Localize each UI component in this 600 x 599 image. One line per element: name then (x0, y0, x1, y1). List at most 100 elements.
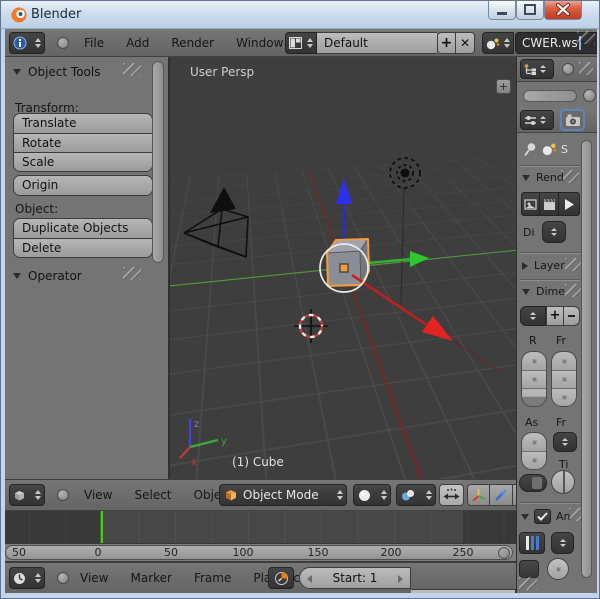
translate-manipulator-button[interactable] (490, 484, 513, 506)
render-presets-dropdown[interactable] (520, 306, 546, 326)
menu-add[interactable]: Add (115, 32, 160, 54)
pin-icon[interactable] (523, 142, 537, 157)
stepper-arrows[interactable] (426, 490, 432, 500)
render-still-button[interactable] (521, 192, 540, 216)
decrement-arrow[interactable] (307, 575, 312, 583)
outliner-h-scrollbar[interactable] (523, 90, 577, 102)
panel-drag-grip[interactable] (123, 267, 141, 280)
resolution-percent-slider[interactable] (522, 388, 546, 406)
timeline-scrollbar-handle[interactable] (5, 545, 513, 560)
scene-breadcrumb-icon[interactable] (542, 142, 557, 156)
stepper-arrows[interactable] (540, 116, 546, 124)
delete-button[interactable]: Delete (14, 238, 152, 257)
titlebar[interactable]: Blender (1, 1, 600, 29)
operator-panel-header[interactable]: Operator (13, 269, 82, 283)
antialiasing-panel-header[interactable]: An (521, 509, 571, 524)
object-tools-panel-header[interactable]: Object Tools (13, 65, 100, 79)
menu-marker[interactable]: Marker (119, 567, 182, 589)
menu-view[interactable]: View (69, 567, 119, 589)
translate-button[interactable]: Translate (14, 114, 152, 133)
delete-layout-button[interactable]: ✕ (456, 32, 475, 54)
close-button[interactable] (544, 1, 582, 20)
menu-view[interactable]: View (73, 484, 123, 506)
layers-panel-header[interactable]: Layer (522, 259, 565, 272)
border-dial-button[interactable] (551, 470, 575, 494)
menu-window[interactable]: Window (225, 32, 294, 54)
end-frame-field[interactable]: End: 250 (411, 589, 516, 593)
aa-filter-dropdown[interactable] (551, 532, 574, 554)
editor-type-selector[interactable] (9, 567, 45, 589)
stepper-arrows[interactable] (307, 38, 313, 48)
frame-step-field[interactable] (552, 388, 576, 406)
display-dropdown[interactable] (542, 221, 566, 243)
render-panel-header[interactable]: Rend (522, 171, 564, 184)
origin-button[interactable]: Origin (14, 176, 152, 195)
editor-type-selector[interactable] (9, 32, 45, 54)
properties-region-expand-button[interactable]: + (496, 79, 511, 94)
menu-file[interactable]: File (73, 32, 115, 54)
pivot-point-dropdown[interactable] (396, 484, 436, 506)
area-corner-grip[interactable] (579, 62, 593, 75)
aspect-y-field[interactable] (522, 451, 546, 469)
menu-render[interactable]: Render (160, 32, 225, 54)
menu-select[interactable]: Select (123, 484, 182, 506)
panel-resize-grip[interactable] (519, 577, 537, 590)
timeline-track[interactable] (5, 511, 516, 543)
scale-button[interactable]: Scale (14, 152, 152, 171)
frame-rate-dropdown[interactable] (553, 432, 577, 452)
stepper-arrows[interactable] (381, 490, 387, 500)
scene-selector[interactable] (482, 32, 514, 54)
dimensions-panel-header[interactable]: Dime (522, 285, 565, 298)
remove-preset-button[interactable] (564, 306, 580, 326)
increment-arrow[interactable] (398, 575, 403, 583)
manipulator-axes-button[interactable] (467, 484, 490, 506)
manipulator-y-arrow[interactable] (368, 251, 429, 267)
render-tab[interactable] (560, 109, 585, 131)
time-remap-toggle[interactable] (519, 474, 547, 492)
start-frame-field[interactable] (552, 352, 576, 370)
collapse-menus-button[interactable] (562, 63, 574, 75)
aspect-x-field[interactable] (522, 433, 546, 451)
add-layout-button[interactable]: + (437, 32, 456, 54)
aa-toggle-button[interactable] (519, 560, 539, 578)
stepper-arrows[interactable] (337, 490, 343, 500)
panel-drag-grip[interactable] (123, 63, 141, 76)
collapse-menus-button[interactable] (57, 572, 69, 584)
resolution-x-field[interactable] (522, 352, 546, 370)
resolution-y-field[interactable] (522, 370, 546, 388)
editor-type-selector[interactable] (520, 59, 554, 79)
antialiasing-checkbox[interactable] (534, 509, 551, 524)
play-render-button[interactable] (559, 192, 580, 216)
minimize-button[interactable] (488, 1, 516, 20)
aa-size-field[interactable] (547, 558, 569, 580)
properties-scrollbar[interactable] (581, 140, 592, 578)
tool-shelf-scrollbar[interactable] (152, 61, 164, 263)
scrollbar-end-dot[interactable] (498, 547, 510, 559)
mode-dropdown[interactable]: Object Mode (219, 484, 347, 506)
lamp-object[interactable] (390, 158, 420, 303)
preview-range-toggle[interactable] (268, 567, 294, 589)
maximize-button[interactable] (516, 1, 544, 20)
end-frame-field[interactable] (552, 370, 576, 388)
manipulator-x-arrow[interactable] (352, 275, 502, 373)
screen-layout-name-field[interactable]: Default (317, 32, 437, 54)
timeline-scrollbar[interactable]: 50 0 50 100 150 200 250 (5, 543, 516, 562)
outliner-body[interactable] (517, 82, 597, 108)
screen-layout-selector[interactable] (285, 32, 317, 54)
area-corner-grip[interactable] (577, 31, 595, 44)
stepper-arrows[interactable] (35, 573, 41, 583)
camera-object[interactable] (184, 187, 248, 257)
editor-type-selector[interactable] (520, 110, 554, 130)
viewport-shading-dropdown[interactable] (353, 484, 391, 506)
stepper-arrows[interactable] (35, 490, 41, 500)
current-frame-indicator[interactable] (100, 511, 103, 543)
collapse-menus-button[interactable] (57, 37, 69, 49)
collapse-menus-button[interactable] (57, 489, 69, 501)
stepper-arrows[interactable] (35, 38, 41, 48)
aa-samples-button[interactable] (519, 532, 545, 554)
editor-type-selector[interactable] (9, 484, 45, 506)
rotate-button[interactable]: Rotate (14, 133, 152, 152)
menu-frame[interactable]: Frame (183, 567, 242, 589)
viewport-3d[interactable]: z y x User Persp (1) Cube + (169, 57, 516, 479)
render-animation-button[interactable] (540, 192, 559, 216)
